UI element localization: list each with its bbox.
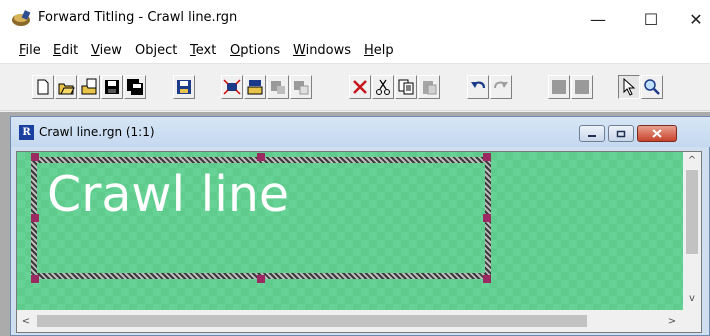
resize-handle-right[interactable] [483, 214, 491, 222]
document-window: R Crawl line.rgn (1:1) Crawl line ^ v < … [10, 116, 710, 336]
scroll-right-icon[interactable]: > [663, 313, 681, 329]
new-button[interactable] [32, 75, 54, 99]
open-icon [58, 83, 75, 95]
document-restore-button[interactable] [608, 125, 634, 142]
mdi-client-area: R Crawl line.rgn (1:1) Crawl line ^ v < … [0, 112, 710, 336]
menu-object[interactable]: Object [135, 43, 177, 58]
menu-text[interactable]: Text [190, 43, 216, 58]
title-canvas[interactable]: Crawl line [17, 152, 683, 310]
import-icon [223, 79, 241, 95]
maximize-icon: ☐ [643, 9, 659, 29]
copy-icon [398, 79, 414, 95]
delete-icon [353, 80, 367, 94]
size-grip-icon[interactable] [683, 310, 701, 332]
redo-disabled-icon [494, 81, 508, 89]
export-button[interactable] [244, 75, 266, 99]
horizontal-scrollbar[interactable]: < > [17, 310, 683, 332]
save-disk-button[interactable] [173, 75, 195, 99]
minimize-button[interactable]: — [575, 0, 621, 38]
resize-handle-bottom-left[interactable] [31, 275, 39, 283]
resize-handle-top[interactable] [257, 153, 265, 161]
menu-help[interactable]: Help [364, 43, 394, 58]
minimize-icon: — [590, 9, 606, 29]
restore-icon [616, 130, 626, 137]
resize-handle-top-right[interactable] [483, 153, 491, 161]
menu-file[interactable]: File [19, 43, 41, 58]
layer-disabled-button[interactable] [548, 75, 570, 99]
scroll-up-icon[interactable]: ^ [683, 152, 701, 168]
grid-disabled-icon [271, 81, 285, 94]
layer-disabled-icon [552, 80, 566, 94]
layer-alt-disabled-button[interactable] [571, 75, 593, 99]
paste-disabled-button[interactable] [418, 75, 440, 99]
vertical-scrollbar[interactable]: ^ v [683, 152, 701, 310]
crawl-text-object[interactable]: Crawl line [47, 166, 289, 223]
close-icon: ✕ [689, 9, 703, 29]
undo-button[interactable] [467, 75, 489, 99]
close-icon [652, 129, 662, 138]
menu-windows[interactable]: Windows [293, 43, 351, 58]
grid-alt-disabled-button[interactable] [290, 75, 312, 99]
menu-edit[interactable]: Edit [53, 43, 78, 58]
grid-disabled-button[interactable] [267, 75, 289, 99]
menu-options[interactable]: Options [230, 43, 280, 58]
document-title-bar[interactable]: R Crawl line.rgn (1:1) [11, 117, 710, 147]
menu-bar: File Edit View Object Text Options Windo… [0, 38, 710, 64]
save-icon [105, 80, 119, 94]
import-button[interactable] [221, 75, 243, 99]
cut-icon [376, 79, 390, 95]
copy-button[interactable] [395, 75, 417, 99]
maximize-button[interactable]: ☐ [628, 0, 674, 38]
pointer-tool-button[interactable] [618, 75, 640, 99]
toolbar [0, 65, 710, 111]
save-button[interactable] [101, 75, 123, 99]
region-file-icon: R [19, 125, 34, 140]
save-disk-icon [177, 80, 191, 94]
save-as-icon [127, 79, 143, 95]
forward-titling-app-icon [12, 10, 31, 26]
minimize-icon [588, 134, 596, 137]
resize-handle-left[interactable] [31, 214, 39, 222]
new-icon [37, 79, 49, 95]
document-title: Crawl line.rgn (1:1) [39, 125, 155, 139]
zoom-tool-button[interactable] [641, 75, 663, 99]
cut-button[interactable] [372, 75, 394, 99]
document-close-button[interactable] [637, 125, 677, 142]
vertical-scroll-thumb[interactable] [686, 170, 698, 254]
export-icon [247, 80, 263, 95]
layer-alt-disabled-icon [575, 80, 589, 94]
window-title: Forward Titling - Crawl line.rgn [38, 10, 238, 25]
scroll-down-icon[interactable]: v [683, 290, 701, 306]
paste-disabled-icon [423, 81, 437, 95]
document-minimize-button[interactable] [579, 125, 605, 142]
resize-handle-bottom[interactable] [257, 275, 265, 283]
title-bar: Forward Titling - Crawl line.rgn — ☐ ✕ [0, 0, 710, 38]
open-template-button[interactable] [78, 75, 100, 99]
scroll-left-icon[interactable]: < [17, 313, 35, 329]
canvas-frame: Crawl line ^ v < > [16, 151, 702, 333]
pointer-icon [623, 78, 636, 96]
horizontal-scroll-thumb[interactable] [37, 315, 587, 327]
menu-view[interactable]: View [91, 43, 122, 58]
close-button[interactable]: ✕ [673, 0, 710, 38]
undo-icon [471, 81, 486, 89]
open-button[interactable] [55, 75, 77, 99]
open-template-icon [81, 78, 97, 95]
grid-alt-disabled-icon [294, 81, 309, 95]
redo-disabled-button[interactable] [490, 75, 512, 99]
application-window: Forward Titling - Crawl line.rgn — ☐ ✕ F… [0, 0, 710, 336]
resize-handle-bottom-right[interactable] [483, 275, 491, 283]
save-as-button[interactable] [124, 75, 146, 99]
resize-handle-top-left[interactable] [31, 153, 39, 161]
delete-button[interactable] [349, 75, 371, 99]
zoom-icon [644, 79, 660, 95]
